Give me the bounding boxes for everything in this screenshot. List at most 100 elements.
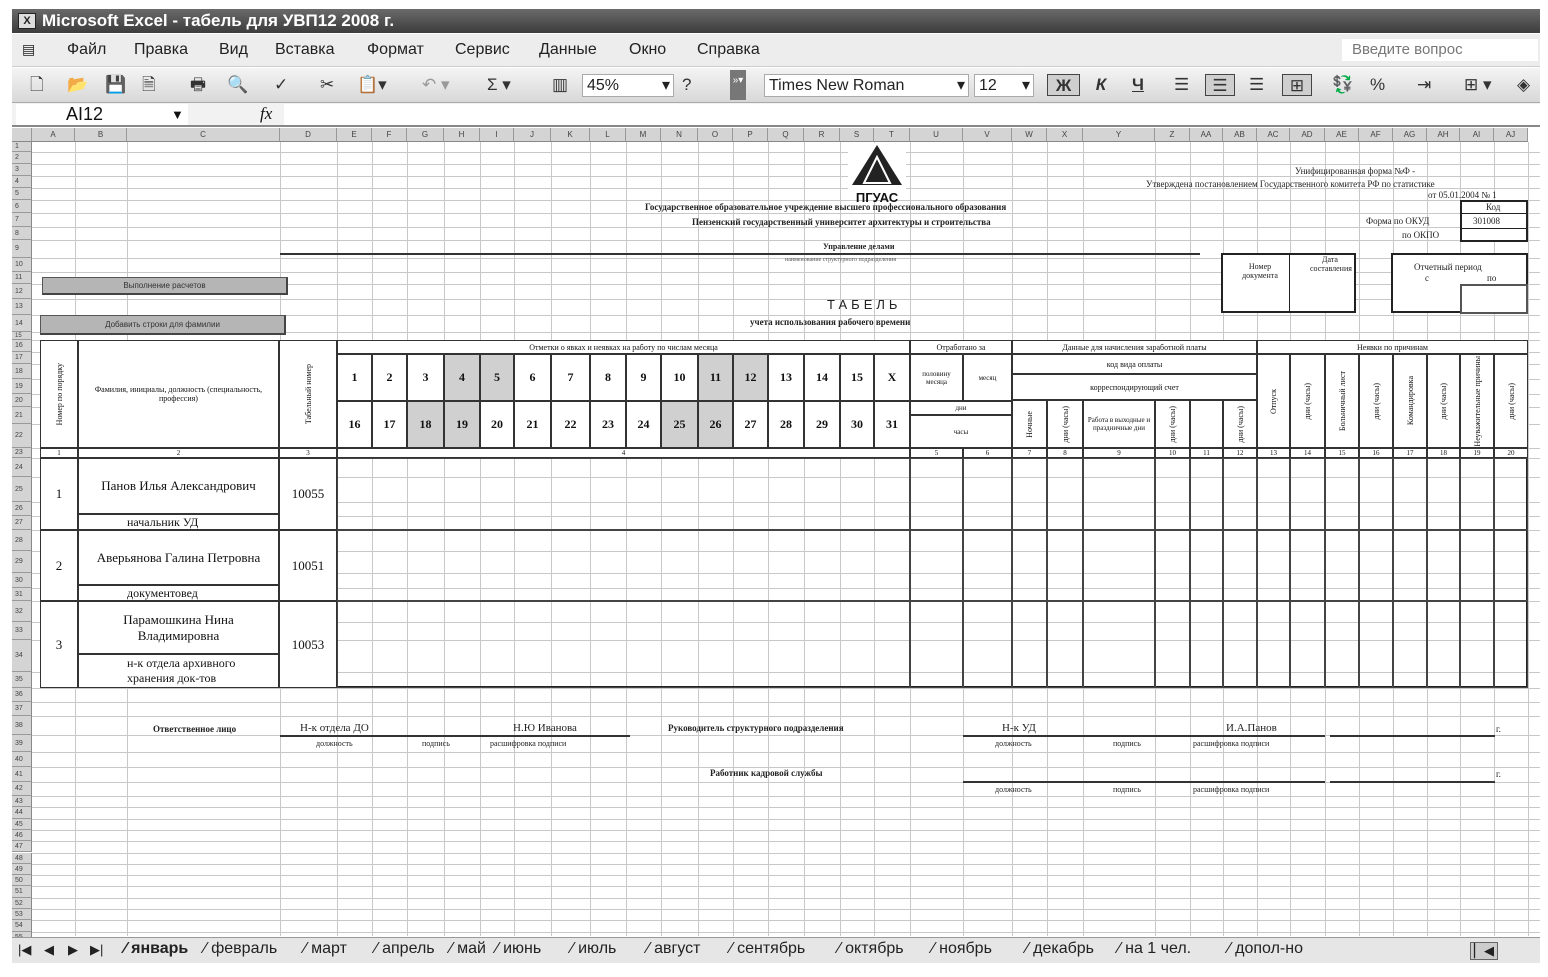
tab-12[interactable]: ⁄ на 1 чел. [1118,940,1191,958]
row-header-49[interactable]: 49 [12,863,32,876]
tab-7[interactable]: ⁄ август [647,940,701,958]
prev-sheet-icon[interactable]: ◀ [44,942,54,958]
add-rows-button[interactable]: Добавить строки для фамилии [40,315,286,335]
column-header-B[interactable]: B [75,128,127,142]
tab-9[interactable]: ⁄ октябрь [838,940,904,958]
save-icon[interactable]: 💾 [105,74,126,96]
row-header-20[interactable]: 20 [12,394,32,407]
fill-color-icon[interactable]: ◈ [1517,74,1530,96]
menu-7[interactable]: Окно [629,41,666,59]
row-header-48[interactable]: 48 [12,852,32,864]
row-header-10[interactable]: 10 [12,258,32,272]
row-header-21[interactable]: 21 [12,407,32,424]
select-all-corner[interactable] [12,128,32,142]
column-header-D[interactable]: D [280,128,337,142]
tab-2[interactable]: ⁄ март [304,940,347,958]
menu-3[interactable]: Вставка [275,41,334,59]
help-icon[interactable]: ? [682,74,691,96]
row-header-3[interactable]: 3 [12,164,32,176]
row-header-31[interactable]: 31 [12,588,32,601]
column-header-W[interactable]: W [1012,128,1047,142]
permission-icon[interactable]: 🗎 [142,74,156,96]
column-header-T[interactable]: T [874,128,910,142]
indent-icon[interactable]: ⇥ [1417,74,1431,96]
column-header-R[interactable]: R [804,128,840,142]
column-header-A[interactable]: A [32,128,75,142]
italic-button[interactable]: К [1090,74,1112,96]
column-header-AH[interactable]: AH [1427,128,1460,142]
row-header-35[interactable]: 35 [12,672,32,688]
row-header-17[interactable]: 17 [12,352,32,364]
borders-icon[interactable]: ⊞ ▾ [1464,74,1492,96]
align-left-icon[interactable]: ☰ [1174,74,1189,96]
font-size-select[interactable]: 12 ▾ [974,74,1034,97]
row-header-47[interactable]: 47 [12,841,32,853]
name-box[interactable]: AI12 ▼ [16,104,188,125]
formula-input[interactable] [284,104,1540,125]
row-header-44[interactable]: 44 [12,807,32,819]
row-header-4[interactable]: 4 [12,176,32,188]
chart-wizard-icon[interactable]: ▥ [552,74,568,96]
column-header-F[interactable]: F [372,128,407,142]
column-header-O[interactable]: O [698,128,733,142]
column-header-Q[interactable]: Q [768,128,804,142]
column-header-E[interactable]: E [337,128,372,142]
function-icon[interactable]: fx [260,104,272,124]
row-header-39[interactable]: 39 [12,735,32,752]
row-header-23[interactable]: 23 [12,448,32,458]
row-header-8[interactable]: 8 [12,227,32,240]
undo-icon[interactable]: ↶ ▾ [422,74,450,96]
menu-0[interactable]: Файл [67,41,106,59]
tab-8[interactable]: ⁄ сентябрь [730,940,805,958]
row-header-46[interactable]: 46 [12,829,32,842]
row-header-9[interactable]: 9 [12,240,32,258]
column-header-H[interactable]: H [444,128,480,142]
row-header-22[interactable]: 22 [12,424,32,448]
merge-center-icon[interactable]: ⊞ [1282,74,1312,96]
percent-button[interactable]: % [1370,74,1385,96]
spelling-icon[interactable]: ✓ [274,74,288,96]
menu-4[interactable]: Формат [367,41,424,59]
tab-0[interactable]: ⁄ январь [124,940,188,958]
align-right-icon[interactable]: ☰ [1249,74,1264,96]
row-header-29[interactable]: 29 [12,551,32,573]
new-icon[interactable]: 🗋 [30,74,44,96]
row-header-30[interactable]: 30 [12,573,32,588]
row-header-16[interactable]: 16 [12,340,32,352]
tab-4[interactable]: ⁄ май [450,940,486,958]
row-header-7[interactable]: 7 [12,213,32,227]
row-header-33[interactable]: 33 [12,622,32,640]
paste-icon[interactable]: 📋▾ [357,74,387,96]
row-header-53[interactable]: 53 [12,909,32,921]
column-header-AF[interactable]: AF [1359,128,1393,142]
autosum-button[interactable]: Σ ▾ [487,74,511,96]
column-header-Z[interactable]: Z [1155,128,1190,142]
row-header-54[interactable]: 54 [12,920,32,932]
tab-split-handle[interactable]: ▏◀ [1470,942,1498,960]
menu-5[interactable]: Сервис [455,41,510,59]
print-preview-icon[interactable]: 🔍 [227,74,248,96]
column-header-Y[interactable]: Y [1083,128,1155,142]
underline-button[interactable]: Ч [1127,74,1149,96]
column-header-X[interactable]: X [1047,128,1083,142]
column-header-AC[interactable]: AC [1257,128,1290,142]
column-header-P[interactable]: P [733,128,768,142]
row-header-1[interactable]: 1 [12,142,32,152]
column-header-I[interactable]: I [480,128,514,142]
column-header-AB[interactable]: AB [1223,128,1257,142]
row-header-12[interactable]: 12 [12,284,32,299]
currency-icon[interactable]: 💱 [1332,74,1353,96]
align-center-icon[interactable]: ☰ [1205,74,1235,96]
column-header-S[interactable]: S [840,128,874,142]
row-header-13[interactable]: 13 [12,299,32,315]
row-header-51[interactable]: 51 [12,886,32,898]
row-header-2[interactable]: 2 [12,152,32,164]
last-sheet-icon[interactable]: ▶| [90,942,103,958]
tab-6[interactable]: ⁄ июль [571,940,616,958]
row-header-24[interactable]: 24 [12,458,32,477]
tab-3[interactable]: ⁄ апрель [375,940,435,958]
menu-6[interactable]: Данные [539,41,597,59]
zoom-select[interactable]: 45% ▾ [582,74,674,97]
run-calculations-button[interactable]: Выполнение расчетов [42,277,288,295]
menu-2[interactable]: Вид [219,41,248,59]
